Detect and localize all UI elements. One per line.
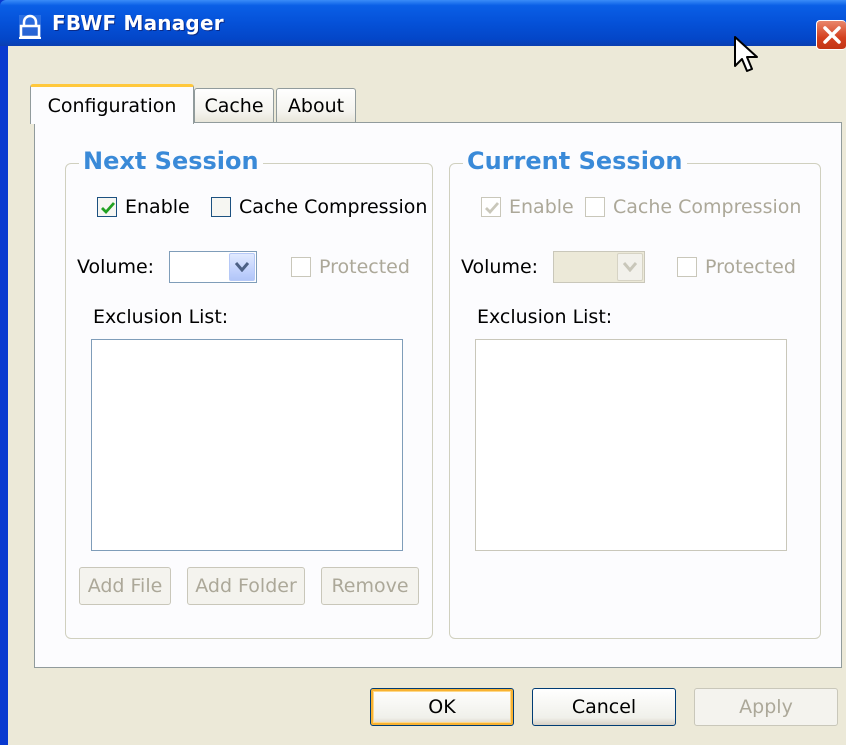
current-enable-label: Enable — [509, 196, 574, 218]
apply-button-label: Apply — [739, 696, 793, 718]
current-volume-dropdown-button — [617, 253, 643, 281]
tab-configuration-label: Configuration — [47, 94, 177, 117]
next-volume-dropdown-button[interactable] — [229, 253, 255, 281]
tab-configuration[interactable]: Configuration — [30, 84, 194, 124]
apply-button[interactable]: Apply — [694, 688, 838, 726]
ok-button-label: OK — [428, 696, 456, 718]
chevron-down-icon — [235, 262, 249, 272]
remove-button-label: Remove — [331, 575, 409, 597]
close-button[interactable] — [816, 20, 846, 50]
add-folder-button[interactable]: Add Folder — [187, 567, 305, 605]
configuration-panel: Next Session Enable Cache Compression Vo… — [34, 122, 842, 668]
current-exclusion-list-label: Exclusion List: — [477, 306, 613, 328]
chevron-down-icon — [623, 262, 637, 272]
current-session-title: Current Session — [463, 147, 687, 175]
remove-button[interactable]: Remove — [321, 567, 419, 605]
current-enable-checkbox — [481, 197, 501, 217]
next-session-title: Next Session — [79, 147, 263, 175]
add-file-button-label: Add File — [87, 575, 163, 597]
cancel-button-label: Cancel — [571, 696, 637, 718]
current-cache-compression-checkbox — [585, 197, 605, 217]
next-exclusion-listbox[interactable] — [91, 339, 403, 551]
next-cache-compression-label: Cache Compression — [239, 196, 428, 218]
next-protected-checkbox[interactable] — [291, 257, 311, 277]
current-cache-compression-label: Cache Compression — [613, 196, 802, 218]
current-protected-label: Protected — [705, 256, 796, 278]
lock-icon — [18, 14, 42, 40]
next-enable-label: Enable — [125, 196, 190, 218]
ok-button[interactable]: OK — [370, 688, 514, 726]
current-protected-checkbox — [677, 257, 697, 277]
mouse-cursor-icon — [734, 36, 760, 76]
current-exclusion-listbox — [475, 339, 787, 551]
fbwf-manager-window: FBWF Manager Configuration Cache About N… — [0, 0, 846, 745]
window-title: FBWF Manager — [52, 11, 224, 35]
add-file-button[interactable]: Add File — [79, 567, 171, 605]
cancel-button[interactable]: Cancel — [532, 688, 676, 726]
current-volume-select — [553, 251, 645, 283]
current-volume-label: Volume: — [461, 256, 539, 278]
next-enable-checkbox[interactable] — [97, 197, 117, 217]
next-protected-label: Protected — [319, 256, 410, 278]
tab-cache-label: Cache — [204, 94, 264, 117]
tab-about-label: About — [287, 94, 345, 117]
next-exclusion-list-label: Exclusion List: — [93, 306, 229, 328]
title-bar[interactable]: FBWF Manager — [0, 0, 846, 50]
next-volume-select[interactable] — [169, 251, 257, 283]
next-cache-compression-checkbox[interactable] — [211, 197, 231, 217]
next-volume-label: Volume: — [77, 256, 155, 278]
checkmark-icon — [101, 202, 116, 215]
add-folder-button-label: Add Folder — [195, 575, 297, 597]
tab-cache[interactable]: Cache — [194, 88, 274, 122]
close-icon — [823, 26, 841, 44]
tab-about[interactable]: About — [276, 88, 356, 122]
checkmark-icon — [485, 202, 500, 215]
